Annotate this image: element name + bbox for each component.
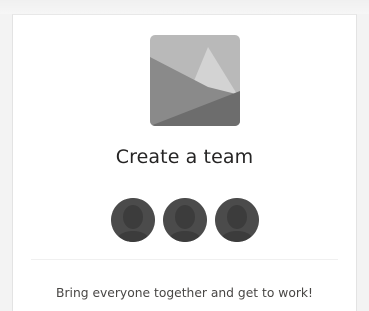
avatar-group	[13, 198, 356, 242]
team-image-icon	[150, 35, 240, 126]
card-subtitle: Bring everyone together and get to work!	[56, 286, 313, 300]
avatar-person-icon-3	[214, 198, 259, 242]
create-team-card[interactable]: Create a team Bring everyone together an…	[12, 14, 357, 311]
card-title: Create a team	[115, 146, 254, 168]
top-strip	[0, 0, 369, 14]
avatar-person-icon-1	[110, 198, 155, 242]
avatar-person-icon-2	[162, 198, 207, 242]
divider	[31, 259, 338, 260]
